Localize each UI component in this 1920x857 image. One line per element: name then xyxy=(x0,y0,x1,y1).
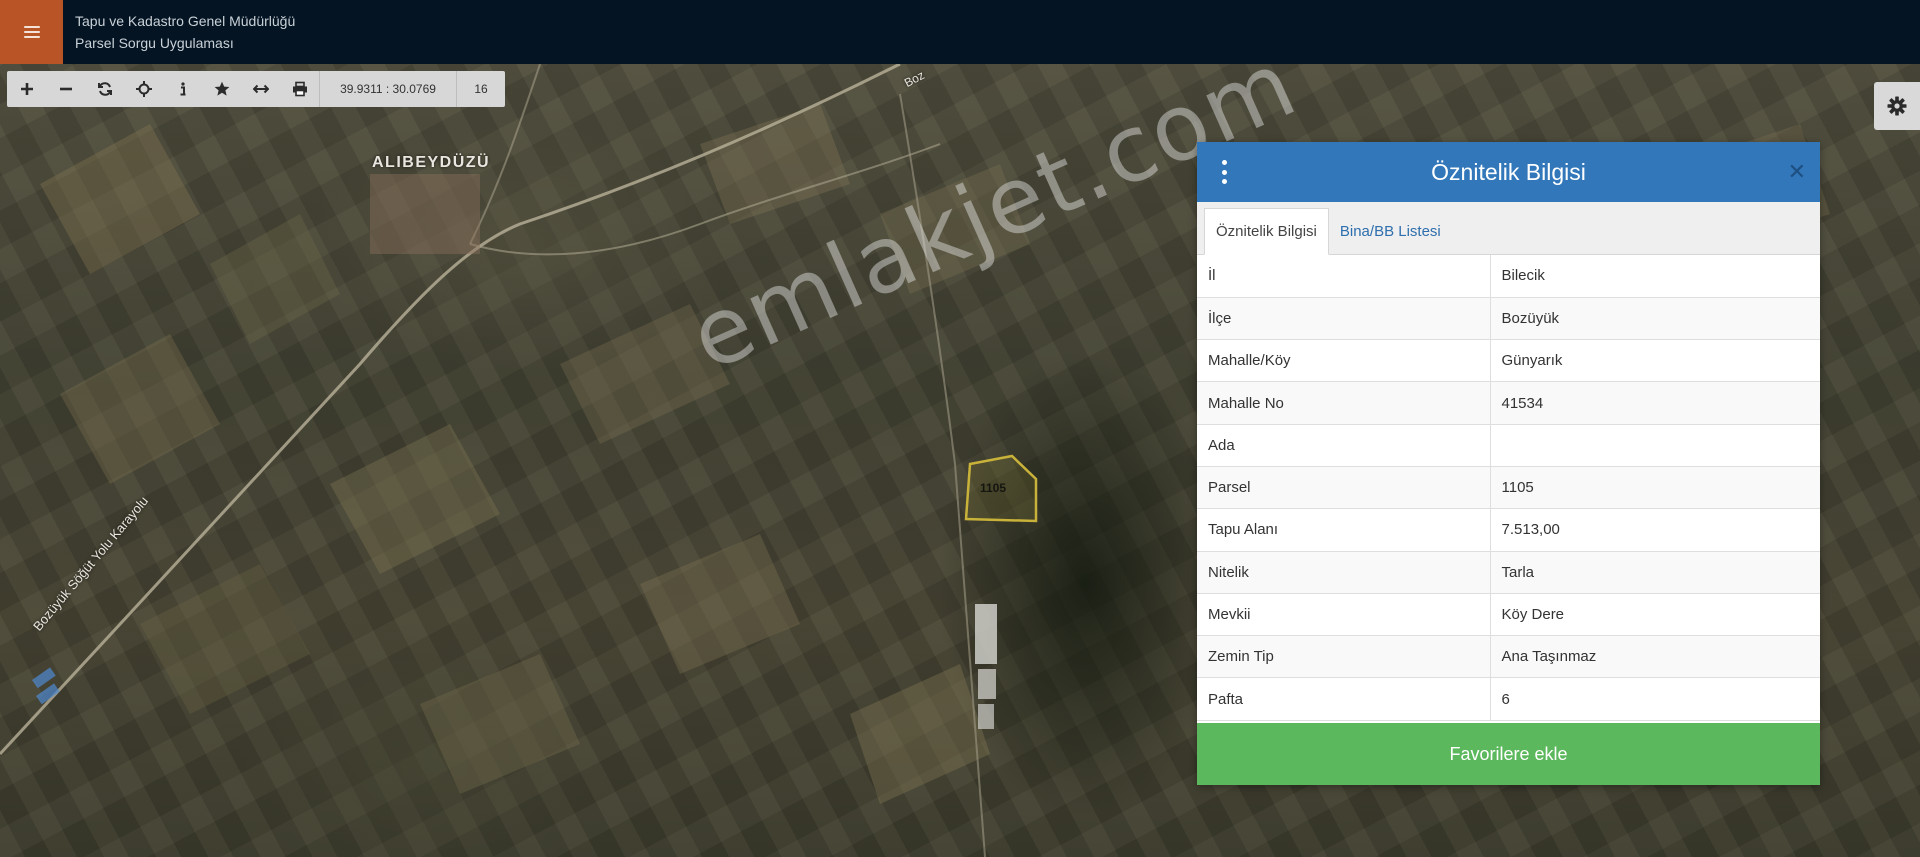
attribute-value xyxy=(1490,424,1820,467)
table-row: Mahalle/Köy Günyarık xyxy=(1197,339,1820,383)
attribute-key: Parsel xyxy=(1197,466,1491,510)
attribute-value: Günyarık xyxy=(1490,339,1820,383)
measure-button[interactable] xyxy=(241,71,280,107)
table-row: İlçe Bozüyük xyxy=(1197,297,1820,341)
attribute-key: Pafta xyxy=(1197,677,1491,721)
panel-tabs: Öznitelik Bilgisi Bina/BB Listesi xyxy=(1197,202,1820,255)
close-panel-button[interactable]: ✕ xyxy=(1788,160,1806,184)
coordinate-readout: 39.9311 : 30.0769 xyxy=(319,71,456,107)
attribute-key: Zemin Tip xyxy=(1197,635,1491,679)
attribute-value: 6 xyxy=(1490,677,1820,721)
table-row: Mevkii Köy Dere xyxy=(1197,593,1820,637)
refresh-icon xyxy=(97,82,112,96)
close-icon: ✕ xyxy=(1787,159,1806,184)
print-icon xyxy=(292,81,307,97)
table-row: Pafta 6 xyxy=(1197,677,1820,721)
plus-icon xyxy=(20,83,33,95)
attribute-key: Mahalle/Köy xyxy=(1197,339,1491,383)
attribute-key: Nitelik xyxy=(1197,551,1491,594)
attribute-panel: Öznitelik Bilgisi ✕ Öznitelik Bilgisi Bi… xyxy=(1197,142,1820,785)
table-row: Mahalle No 41534 xyxy=(1197,381,1820,425)
attribute-key: İlçe xyxy=(1197,297,1491,341)
village-label: ALIBEYDÜZÜ xyxy=(372,154,491,171)
tab-building-list[interactable]: Bina/BB Listesi xyxy=(1329,208,1452,255)
hamburger-menu-button[interactable] xyxy=(0,0,63,64)
app-name: Parsel Sorgu Uygulaması xyxy=(75,35,234,51)
attribute-value: 41534 xyxy=(1490,381,1820,425)
favorites-button[interactable] xyxy=(202,71,241,107)
info-button[interactable] xyxy=(163,71,202,107)
panel-title: Öznitelik Bilgisi xyxy=(1431,158,1586,185)
table-row: Zemin Tip Ana Taşınmaz xyxy=(1197,635,1820,679)
tab-attribute-info[interactable]: Öznitelik Bilgisi xyxy=(1204,208,1329,255)
settings-button[interactable] xyxy=(1874,82,1920,130)
attribute-key: Mahalle No xyxy=(1197,381,1491,425)
attribute-key: Mevkii xyxy=(1197,593,1491,637)
zoom-in-button[interactable] xyxy=(7,71,46,107)
refresh-button[interactable] xyxy=(85,71,124,107)
top-bar: Tapu ve Kadastro Genel Müdürlüğü Parsel … xyxy=(0,0,1920,64)
attribute-value: Bilecik xyxy=(1490,255,1820,298)
zoom-out-button[interactable] xyxy=(46,71,85,107)
hamburger-icon xyxy=(23,26,40,38)
minus-icon xyxy=(59,87,72,91)
gear-icon xyxy=(1887,96,1907,116)
attribute-value: Ana Taşınmaz xyxy=(1490,635,1820,679)
panel-options-button[interactable] xyxy=(1219,160,1229,184)
attribute-value: Bozüyük xyxy=(1490,297,1820,341)
attribute-table: İl Bilecik İlçe Bozüyük Mahalle/Köy Günyarı… xyxy=(1197,255,1820,721)
parcel-number-label[interactable]: 1105 xyxy=(980,481,1006,495)
add-to-favorites-button[interactable]: Favorilere ekle xyxy=(1197,723,1820,785)
attribute-value: 1105 xyxy=(1490,466,1820,510)
attribute-key: İl xyxy=(1197,255,1491,298)
attribute-value: Köy Dere xyxy=(1490,593,1820,637)
locate-button[interactable] xyxy=(124,71,163,107)
app-titles: Tapu ve Kadastro Genel Müdürlüğü Parsel … xyxy=(75,10,295,54)
table-row: Nitelik Tarla xyxy=(1197,551,1820,594)
table-row: Parsel 1105 xyxy=(1197,466,1820,510)
print-button[interactable] xyxy=(280,71,319,107)
attribute-key: Tapu Alanı xyxy=(1197,508,1491,552)
table-row: İl Bilecik xyxy=(1197,255,1820,298)
zoom-level-readout: 16 xyxy=(456,71,505,107)
table-row: Tapu Alanı 7.513,00 xyxy=(1197,508,1820,552)
measure-icon xyxy=(252,84,269,94)
table-row: Ada xyxy=(1197,424,1820,467)
attribute-value: 7.513,00 xyxy=(1490,508,1820,552)
star-icon xyxy=(214,81,229,96)
info-icon xyxy=(180,82,185,96)
org-name: Tapu ve Kadastro Genel Müdürlüğü xyxy=(75,13,296,29)
map-toolbar: 39.9311 : 30.0769 16 xyxy=(7,71,505,107)
attribute-value: Tarla xyxy=(1490,551,1820,594)
crosshair-icon xyxy=(135,81,152,97)
kebab-menu-icon xyxy=(1221,160,1227,165)
panel-header: Öznitelik Bilgisi ✕ xyxy=(1197,142,1820,202)
attribute-key: Ada xyxy=(1197,424,1491,467)
